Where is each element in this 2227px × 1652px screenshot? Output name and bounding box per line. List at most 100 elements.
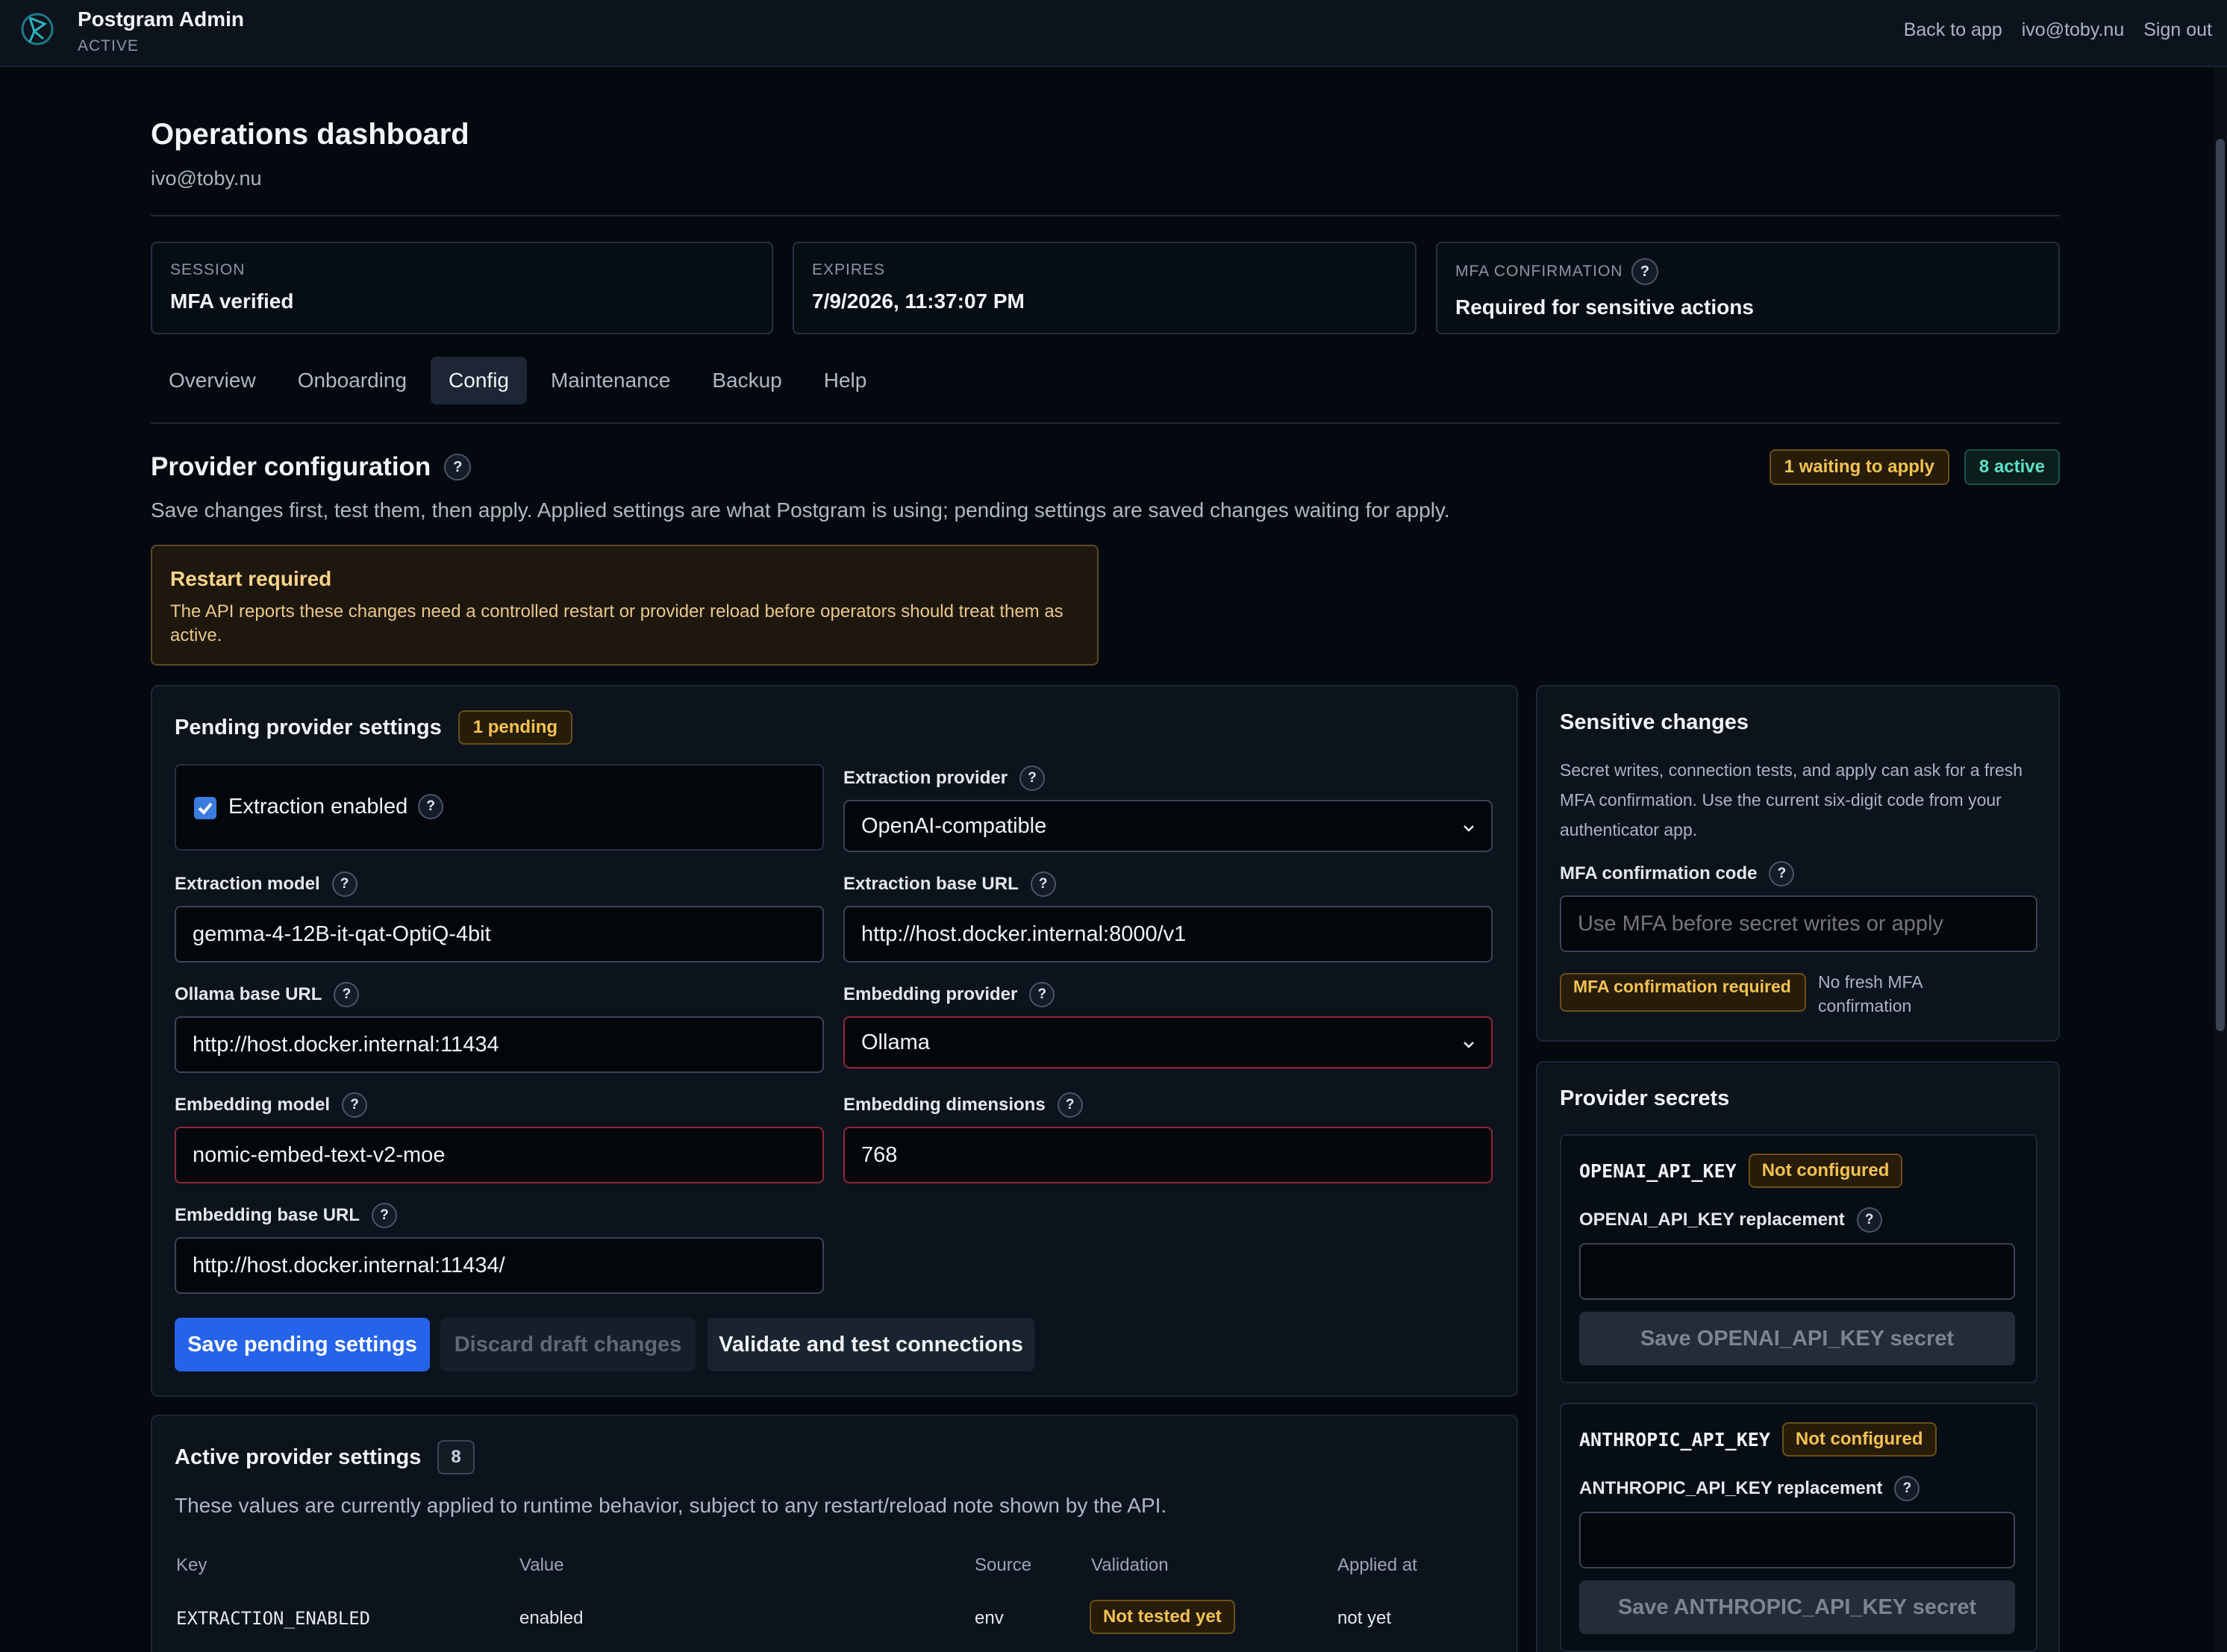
page-title: Operations dashboard: [151, 118, 469, 151]
mfa-label-row: MFA CONFIRMATION ?: [1455, 258, 1659, 285]
embedding-base-url-input[interactable]: http://host.docker.internal:11434/: [175, 1237, 824, 1294]
ollama-base-url-value: http://host.docker.internal:11434: [193, 1032, 499, 1057]
session-card: SESSION MFA verified: [151, 242, 773, 334]
validate-connections-button[interactable]: Validate and test connections: [708, 1318, 1034, 1371]
extraction-model-help-icon[interactable]: ?: [331, 872, 357, 897]
row-value: enabled: [519, 1608, 584, 1628]
extraction-base-url-input[interactable]: http://host.docker.internal:8000/v1: [843, 906, 1493, 963]
row-source: env: [975, 1608, 1004, 1628]
openai-replacement-label-row: OPENAI_API_KEY replacement ?: [1579, 1207, 1882, 1233]
extraction-base-url-value: http://host.docker.internal:8000/v1: [861, 922, 1187, 946]
openai-secret-header: OPENAI_API_KEY Not configured: [1579, 1154, 1903, 1188]
sensitive-changes-text: Secret writes, connection tests, and app…: [1560, 760, 2023, 839]
extraction-enabled-checkbox[interactable]: [194, 797, 216, 819]
mfa-status-text: No fresh MFA confirmation: [1818, 972, 1923, 1016]
back-to-app-link[interactable]: Back to app: [1904, 19, 2002, 41]
validation-status-badge: Not tested yet: [1090, 1600, 1235, 1634]
extraction-model-value: gemma-4-12B-it-qat-OptiQ-4bit: [193, 922, 491, 946]
embedding-base-url-label-row: Embedding base URL ?: [175, 1203, 398, 1228]
embedding-provider-label-row: Embedding provider ?: [843, 982, 1055, 1007]
embedding-dimensions-input[interactable]: 768: [843, 1127, 1493, 1183]
column-header-validation: Validation: [1091, 1555, 1169, 1575]
tab-config[interactable]: Config: [431, 357, 527, 404]
restart-required-alert: Restart required The API reports these c…: [151, 545, 1099, 666]
user-email-link[interactable]: ivo@toby.nu: [2022, 19, 2125, 41]
checkmark-icon: [198, 802, 213, 815]
pending-settings-title: Pending provider settings: [175, 715, 442, 739]
anthropic-secret-card: ANTHROPIC_API_KEY Not configured ANTHROP…: [1560, 1403, 2037, 1652]
embedding-provider-label: Embedding provider: [843, 984, 1018, 1004]
anthropic-secret-name: ANTHROPIC_API_KEY: [1579, 1428, 1770, 1451]
expires-label: EXPIRES: [812, 261, 886, 278]
discard-draft-changes-button[interactable]: Discard draft changes: [440, 1318, 696, 1371]
expires-value: 7/9/2026, 11:37:07 PM: [812, 290, 1025, 313]
extraction-enabled-help-icon[interactable]: ?: [418, 794, 444, 819]
anthropic-replacement-help-icon[interactable]: ?: [1894, 1476, 1920, 1501]
extraction-enabled-label: Extraction enabled: [228, 794, 408, 819]
embedding-model-value: nomic-embed-text-v2-moe: [193, 1142, 446, 1167]
extraction-enabled-box: Extraction enabled ?: [175, 764, 824, 851]
ollama-base-url-help-icon[interactable]: ?: [334, 982, 360, 1007]
save-anthropic-secret-button[interactable]: Save ANTHROPIC_API_KEY secret: [1579, 1580, 2015, 1634]
column-header-value: Value: [519, 1555, 564, 1575]
embedding-provider-select[interactable]: Ollama: [843, 1016, 1493, 1069]
mfa-required-badge: MFA confirmation required: [1560, 973, 1806, 1012]
extraction-provider-select[interactable]: OpenAI-compatible: [843, 800, 1493, 852]
openai-replacement-label: OPENAI_API_KEY replacement: [1579, 1210, 1845, 1230]
pending-count-badge: 1 pending: [457, 710, 573, 745]
extraction-model-label-row: Extraction model ?: [175, 872, 357, 897]
app-title: Postgram Admin: [78, 7, 244, 31]
tab-overview[interactable]: Overview: [151, 357, 274, 404]
embedding-base-url-help-icon[interactable]: ?: [372, 1203, 398, 1228]
anthropic-status-badge: Not configured: [1781, 1422, 1937, 1457]
tab-help[interactable]: Help: [806, 357, 885, 404]
row-applied-at: not yet: [1337, 1608, 1392, 1628]
embedding-model-input[interactable]: nomic-embed-text-v2-moe: [175, 1127, 824, 1183]
mfa-code-help-icon[interactable]: ?: [1769, 861, 1795, 886]
tab-onboarding[interactable]: Onboarding: [280, 357, 425, 404]
header-divider: [151, 215, 2060, 216]
tab-maintenance[interactable]: Maintenance: [533, 357, 688, 404]
mfa-label: MFA CONFIRMATION: [1455, 263, 1623, 280]
tabs-divider: [151, 422, 2060, 424]
app-status: ACTIVE: [78, 37, 139, 54]
mfa-code-label-row: MFA confirmation code ?: [1560, 861, 1795, 886]
extraction-base-url-label-row: Extraction base URL ?: [843, 872, 1056, 897]
anthropic-replacement-label-row: ANTHROPIC_API_KEY replacement ?: [1579, 1476, 1920, 1501]
extraction-provider-value: OpenAI-compatible: [861, 813, 1047, 838]
waiting-badge: 1 waiting to apply: [1769, 449, 1949, 485]
provider-secrets-title: Provider secrets: [1560, 1086, 1730, 1110]
expires-card: EXPIRES 7/9/2026, 11:37:07 PM: [793, 242, 1417, 334]
active-settings-description: These values are currently applied to ru…: [175, 1494, 1167, 1517]
chevron-down-icon: [1464, 825, 1474, 832]
extraction-provider-label: Extraction provider: [843, 768, 1008, 788]
anthropic-replacement-input[interactable]: [1579, 1512, 2015, 1568]
active-badge: 8 active: [1964, 449, 2060, 485]
mfa-help-icon[interactable]: ?: [1631, 258, 1659, 285]
session-value: MFA verified: [170, 290, 294, 313]
embedding-model-help-icon[interactable]: ?: [342, 1092, 368, 1118]
sign-out-link[interactable]: Sign out: [2143, 19, 2212, 41]
postgram-logo-icon: [21, 13, 54, 46]
embedding-dimensions-help-icon[interactable]: ?: [1057, 1092, 1083, 1118]
embedding-dimensions-label: Embedding dimensions: [843, 1095, 1046, 1115]
extraction-provider-help-icon[interactable]: ?: [1019, 766, 1046, 791]
openai-replacement-input[interactable]: [1579, 1243, 2015, 1300]
page-scrollbar[interactable]: [2214, 67, 2227, 1652]
save-openai-secret-button[interactable]: Save OPENAI_API_KEY secret: [1579, 1312, 2015, 1365]
tab-backup[interactable]: Backup: [694, 357, 799, 404]
save-pending-settings-button[interactable]: Save pending settings: [175, 1318, 430, 1371]
provider-config-description: Save changes first, test them, then appl…: [151, 498, 1450, 522]
extraction-base-url-help-icon[interactable]: ?: [1030, 872, 1056, 897]
openai-replacement-help-icon[interactable]: ?: [1856, 1207, 1882, 1233]
mfa-code-input[interactable]: [1560, 895, 2037, 952]
session-label: SESSION: [170, 261, 246, 278]
alert-title: Restart required: [170, 567, 332, 590]
page-user-email: ivo@toby.nu: [151, 167, 262, 190]
extraction-model-input[interactable]: gemma-4-12B-it-qat-OptiQ-4bit: [175, 906, 824, 963]
embedding-provider-help-icon[interactable]: ?: [1029, 982, 1055, 1007]
embedding-dimensions-value: 768: [861, 1142, 898, 1167]
provider-config-help-icon[interactable]: ?: [444, 454, 472, 481]
scrollbar-thumb[interactable]: [2216, 139, 2225, 1031]
ollama-base-url-input[interactable]: http://host.docker.internal:11434: [175, 1016, 824, 1073]
